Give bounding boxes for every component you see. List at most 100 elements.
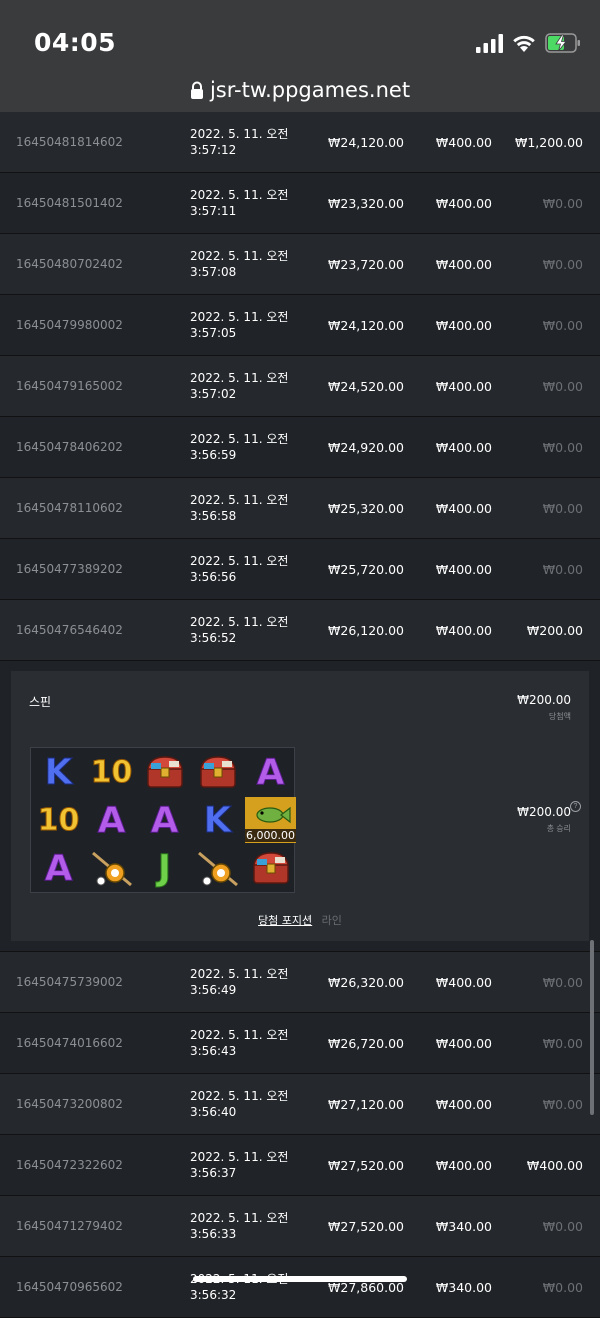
round-date: 2022. 5. 11. 오전 <box>190 1150 289 1164</box>
spin-win-label: 당첨액 <box>548 712 571 721</box>
round-time: 3:57:11 <box>190 204 237 218</box>
round-id: 16450481501402 <box>16 196 123 210</box>
round-time: 3:56:52 <box>190 631 237 645</box>
table-row[interactable]: 16450475739002 2022. 5. 11. 오전 3:56:49 ₩26,… <box>0 952 600 1013</box>
win-value: ₩1,200.00 <box>514 134 583 150</box>
spin-detail-panel: 스핀 ₩200.00 당첨액 K 10 A 10 A A K 6,000.00 A J ₩200.… <box>11 671 589 941</box>
balance-value: ₩24,120.00 <box>328 317 404 333</box>
bet-value: ₩400.00 <box>435 439 492 455</box>
round-id: 16450477389202 <box>16 562 123 576</box>
win-value: ₩0.00 <box>542 561 583 577</box>
table-row[interactable]: 16450476546402 2022. 5. 11. 오전 3:56:52 ₩26,… <box>0 600 600 661</box>
round-time: 3:57:02 <box>190 387 237 401</box>
balance-value: ₩27,860.00 <box>328 1279 404 1295</box>
table-row[interactable]: 16450472322602 2022. 5. 11. 오전 3:56:37 ₩27,… <box>0 1135 600 1196</box>
balance-value: ₩27,520.00 <box>328 1157 404 1173</box>
round-time: 3:57:12 <box>190 143 237 157</box>
table-row[interactable]: 16450470965602 2022. 5. 11. 오전3:56:32 ₩27,… <box>0 1257 600 1318</box>
address-bar[interactable]: jsr-tw.ppgames.net <box>0 78 600 102</box>
bet-value: ₩400.00 <box>435 378 492 394</box>
spin-detail: 스핀 ₩200.00 당첨액 K 10 A 10 A A K 6,000.00 A J ₩200.… <box>0 661 600 952</box>
help-icon[interactable]: ? <box>570 801 581 812</box>
bet-value: ₩340.00 <box>435 1279 492 1295</box>
round-id: 16450478110602 <box>16 501 123 515</box>
win-value: ₩0.00 <box>542 1218 583 1234</box>
table-row[interactable]: 16450473200802 2022. 5. 11. 오전 3:56:40 ₩27,… <box>0 1074 600 1135</box>
fishing-rod-symbol-icon <box>86 845 137 891</box>
scrollbar[interactable] <box>590 940 594 1115</box>
round-datetime: 2022. 5. 11. 오전 3:56:37 <box>190 1135 288 1195</box>
table-row[interactable]: 16450478406202 2022. 5. 11. 오전 3:56:59 ₩24,… <box>0 417 600 478</box>
balance-value: ₩26,120.00 <box>328 622 404 638</box>
wifi-icon <box>513 35 535 52</box>
balance-value: ₩24,520.00 <box>328 378 404 394</box>
round-datetime: 2022. 5. 11. 오전 3:56:49 <box>190 952 288 1012</box>
tab-lines[interactable]: 라인 <box>322 914 342 927</box>
clock: 04:05 <box>34 28 117 57</box>
round-id: 16450471279402 <box>16 1219 123 1233</box>
letter-symbol: 10 <box>37 802 80 838</box>
round-datetime: 2022. 5. 11. 오전3:56:32 <box>190 1257 288 1317</box>
balance-value: ₩25,720.00 <box>328 561 404 577</box>
win-value: ₩0.00 <box>542 1279 583 1295</box>
table-row[interactable]: 16450477389202 2022. 5. 11. 오전 3:56:56 ₩25,… <box>0 539 600 600</box>
tab-winning-positions[interactable]: 당첨 포지션 <box>258 914 312 927</box>
round-id: 16450476546402 <box>16 623 123 637</box>
table-row[interactable]: 16450471279402 2022. 5. 11. 오전 3:56:33 ₩27,… <box>0 1196 600 1257</box>
home-indicator[interactable] <box>193 1276 407 1282</box>
table-row[interactable]: 16450479165002 2022. 5. 11. 오전 3:57:02 ₩24,… <box>0 356 600 417</box>
round-id: 16450481814602 <box>16 135 123 149</box>
round-time: 3:56:43 <box>190 1044 237 1058</box>
fish-value-label: 6,000.00 <box>245 829 296 842</box>
round-datetime: 2022. 5. 11. 오전 3:57:12 <box>190 112 288 172</box>
bet-value: ₩340.00 <box>435 1218 492 1234</box>
round-datetime: 2022. 5. 11. 오전 3:56:40 <box>190 1074 288 1134</box>
bet-value: ₩400.00 <box>435 256 492 272</box>
spin-label: 스핀 <box>29 695 52 709</box>
balance-value: ₩24,920.00 <box>328 439 404 455</box>
bet-value: ₩400.00 <box>435 195 492 211</box>
bet-value: ₩400.00 <box>435 1035 492 1051</box>
table-row[interactable]: 16450481814602 2022. 5. 11. 오전 3:57:12 ₩24,… <box>0 112 600 173</box>
bet-value: ₩400.00 <box>435 134 492 150</box>
treasure-chest-symbol-icon <box>192 749 243 795</box>
round-id: 16450480702402 <box>16 257 123 271</box>
total-win-label: 총 승리 <box>546 824 571 833</box>
round-datetime: 2022. 5. 11. 오전 3:56:58 <box>190 478 288 538</box>
balance-value: ₩23,320.00 <box>328 195 404 211</box>
round-time: 3:56:40 <box>190 1105 237 1119</box>
balance-value: ₩23,720.00 <box>328 256 404 272</box>
table-row[interactable]: 16450478110602 2022. 5. 11. 오전 3:56:58 ₩25,… <box>0 478 600 539</box>
detail-tabs: 당첨 포지션 라인 <box>11 912 589 928</box>
lock-icon <box>190 81 203 99</box>
letter-symbol: A <box>44 847 73 889</box>
balance-value: ₩26,320.00 <box>328 974 404 990</box>
round-date: 2022. 5. 11. 오전 <box>190 188 289 202</box>
table-row[interactable]: 16450480702402 2022. 5. 11. 오전 3:57:08 ₩23,… <box>0 234 600 295</box>
win-value: ₩0.00 <box>542 378 583 394</box>
round-date: 2022. 5. 11. 오전 <box>190 1028 289 1042</box>
round-time: 3:56:58 <box>190 509 237 523</box>
total-win-amount: ₩200.00 <box>517 805 571 819</box>
treasure-chest-symbol-icon <box>139 749 190 795</box>
letter-symbol: J <box>157 847 172 889</box>
battery-charging-icon <box>545 33 580 53</box>
table-row[interactable]: 16450474016602 2022. 5. 11. 오전 3:56:43 ₩26,… <box>0 1013 600 1074</box>
win-value: ₩0.00 <box>542 195 583 211</box>
round-datetime: 2022. 5. 11. 오전 3:57:05 <box>190 295 288 355</box>
round-date: 2022. 5. 11. 오전 <box>190 554 289 568</box>
win-value: ₩0.00 <box>542 974 583 990</box>
bet-history-list: 16450481814602 2022. 5. 11. 오전 3:57:12 ₩24,… <box>0 112 600 1318</box>
letter-symbol: 10 <box>90 754 133 790</box>
fishing-rod-symbol-icon <box>192 845 243 891</box>
round-datetime: 2022. 5. 11. 오전 3:56:56 <box>190 539 288 599</box>
balance-value: ₩24,120.00 <box>328 134 404 150</box>
bet-value: ₩400.00 <box>435 622 492 638</box>
win-value: ₩0.00 <box>542 439 583 455</box>
table-row[interactable]: 16450481501402 2022. 5. 11. 오전 3:57:11 ₩23,… <box>0 173 600 234</box>
balance-value: ₩25,320.00 <box>328 500 404 516</box>
round-id: 16450478406202 <box>16 440 123 454</box>
table-row[interactable]: 16450479980002 2022. 5. 11. 오전 3:57:05 ₩24,… <box>0 295 600 356</box>
letter-symbol: K <box>203 799 232 841</box>
round-id: 16450479980002 <box>16 318 123 332</box>
